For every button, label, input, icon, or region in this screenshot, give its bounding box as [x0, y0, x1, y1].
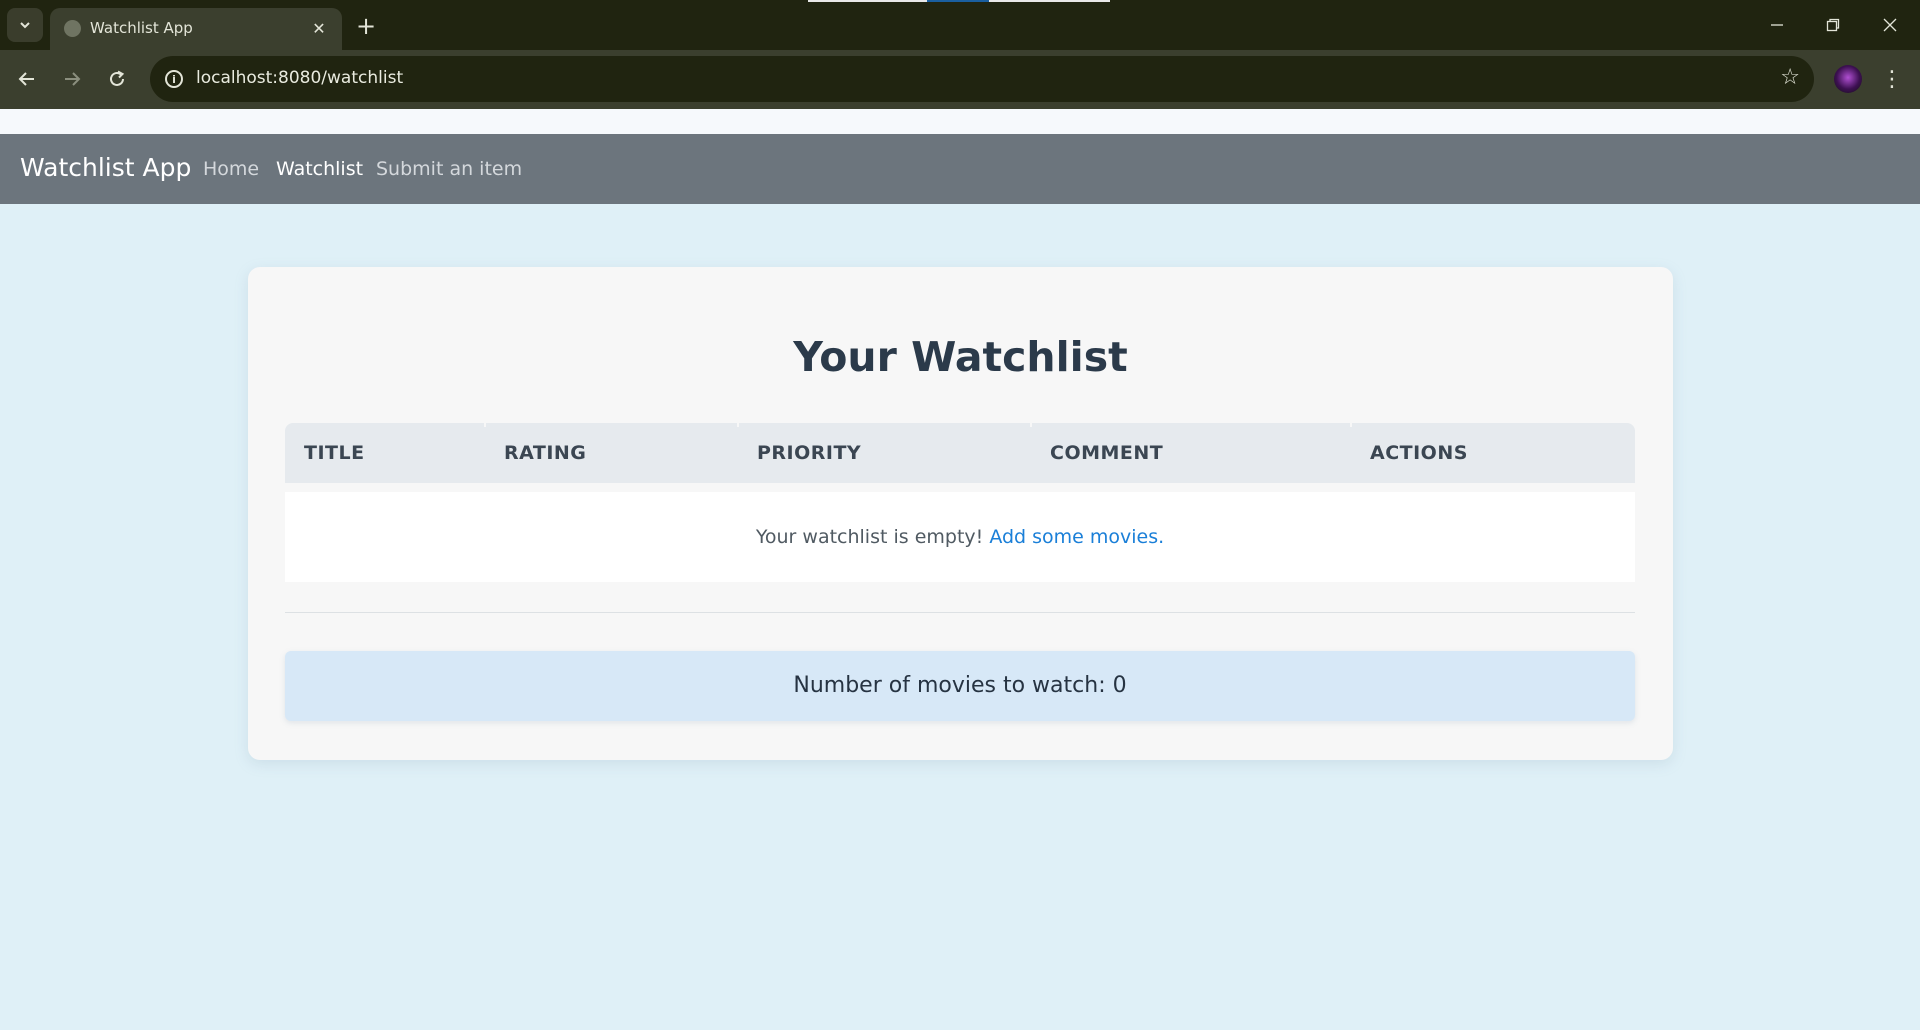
- movie-count-text: Number of movies to watch: 0: [793, 673, 1127, 698]
- browser-tab[interactable]: Watchlist App ✕: [50, 8, 342, 50]
- column-header-actions: ACTIONS: [1370, 442, 1468, 464]
- nav-link-home[interactable]: Home: [203, 158, 259, 180]
- table-header: TITLE RATING PRIORITY COMMENT ACTIONS: [285, 423, 1635, 483]
- column-header-rating: RATING: [504, 442, 587, 464]
- nav-link-watchlist[interactable]: Watchlist: [276, 158, 363, 180]
- browser-toolbar: i localhost:8080/watchlist ☆ ⋮: [0, 50, 1920, 109]
- browser-tabstrip: Watchlist App ✕ +: [0, 0, 1920, 50]
- column-separator: [1030, 423, 1032, 427]
- navbar-brand[interactable]: Watchlist App: [20, 153, 191, 182]
- back-arrow-icon[interactable]: [12, 64, 42, 94]
- page-top-band: [0, 109, 1920, 134]
- tab-title: Watchlist App: [90, 19, 193, 37]
- minimize-icon[interactable]: [1755, 8, 1799, 42]
- nav-link-submit[interactable]: Submit an item: [376, 158, 522, 180]
- reload-icon[interactable]: [102, 64, 132, 94]
- watchlist-card: Your Watchlist TITLE RATING PRIORITY COM…: [248, 267, 1673, 760]
- site-info-icon[interactable]: i: [162, 67, 186, 91]
- top-strip-highlight: [927, 0, 989, 2]
- kebab-menu-icon[interactable]: ⋮: [1880, 63, 1904, 95]
- column-header-priority: PRIORITY: [757, 442, 862, 464]
- movie-count-box: Number of movies to watch: 0: [285, 651, 1635, 721]
- empty-table-row: Your watchlist is empty! Add some movies…: [285, 492, 1635, 582]
- column-separator: [1350, 423, 1352, 427]
- column-separator: [737, 423, 739, 427]
- page-title: Your Watchlist: [793, 333, 1128, 381]
- restore-icon[interactable]: [1811, 8, 1855, 42]
- globe-icon: [64, 20, 81, 37]
- plus-icon[interactable]: +: [352, 12, 380, 40]
- column-separator: [484, 423, 486, 427]
- tab-list-icon[interactable]: [7, 8, 43, 42]
- divider: [285, 612, 1635, 613]
- address-bar[interactable]: i localhost:8080/watchlist ☆: [150, 56, 1814, 102]
- profile-avatar[interactable]: [1834, 65, 1862, 93]
- app-navbar: Watchlist App Home Watchlist Submit an i…: [0, 134, 1920, 204]
- column-header-comment: COMMENT: [1050, 442, 1164, 464]
- column-header-title: TITLE: [304, 442, 365, 464]
- forward-arrow-icon[interactable]: [57, 64, 87, 94]
- url-text[interactable]: localhost:8080/watchlist: [196, 68, 403, 88]
- close-icon[interactable]: ✕: [308, 17, 330, 39]
- close-window-icon[interactable]: [1868, 8, 1912, 42]
- empty-message-text: Your watchlist is empty!: [755, 526, 984, 548]
- star-icon[interactable]: ☆: [1780, 65, 1800, 90]
- empty-message: Your watchlist is empty! Add some movies…: [285, 492, 1635, 582]
- add-movies-link[interactable]: Add some movies.: [989, 526, 1164, 548]
